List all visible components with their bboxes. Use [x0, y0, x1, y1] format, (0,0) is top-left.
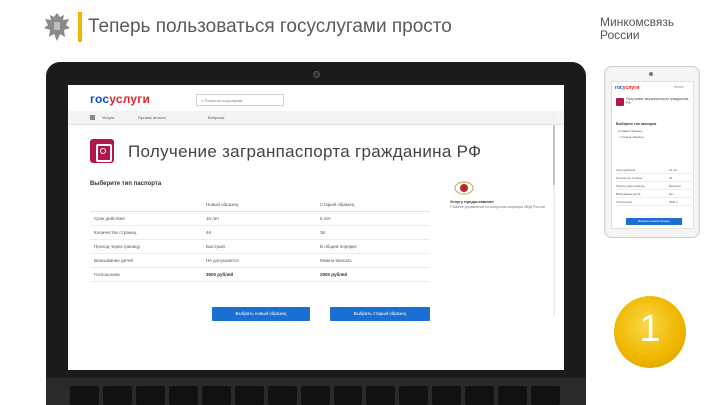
- slide-title: Теперь пользоваться госуслугами просто: [88, 16, 452, 37]
- table-row: Проход через границу Быстрый: [616, 184, 692, 190]
- page-title: Получение загранпаспорта гражданина РФ: [128, 142, 482, 161]
- table-row: Срок действия 10 лет 5 лет: [90, 211, 430, 226]
- table-cell: 46: [202, 225, 316, 240]
- site-nav: Услуги Органы власти Вопросы: [68, 111, 564, 125]
- table-row: Госпошлина 3500 рублей 2000 рублей: [90, 267, 430, 282]
- passport-comparison-table: Новый образец Старый образец Срок действ…: [90, 199, 430, 282]
- table-cell: 5 лет: [316, 211, 430, 226]
- table-row: Вписывание детей Нет: [616, 192, 692, 198]
- table-row: Количество страниц 46 36: [90, 225, 430, 240]
- step-number: 1: [639, 308, 661, 350]
- keyboard: [70, 386, 561, 405]
- table-cell: Можно вписать: [316, 253, 430, 268]
- choose-old-passport-button[interactable]: Выбрать старый образец: [330, 307, 430, 321]
- provider-label: Услугу предоставляет: [450, 199, 495, 204]
- table-row: Госпошлина 3500 р.: [616, 200, 692, 206]
- phone-camera-icon: [649, 72, 653, 76]
- nav-item-authorities[interactable]: Органы власти: [138, 115, 166, 120]
- phone-choose-button[interactable]: Выбрать новый образец: [626, 218, 682, 225]
- table-cell: 10 лет: [202, 211, 316, 226]
- laptop-screen: госуслуги ⌕ Поиск по госуслугам Услуги О…: [68, 85, 564, 370]
- mvd-emblem-icon: [454, 181, 474, 195]
- table-row: Проход через границу Быстрый В общем пор…: [90, 239, 430, 254]
- site-header: госуслуги ⌕ Поиск по госуслугам: [68, 85, 564, 111]
- table-cell: 3500 рублей: [202, 267, 316, 282]
- coat-of-arms-icon: [44, 13, 70, 41]
- home-icon[interactable]: [90, 115, 95, 120]
- phone-option-new[interactable]: ● Новый образец: [618, 129, 642, 133]
- page-header: Получение загранпаспорта гражданина РФ: [90, 137, 550, 171]
- phone-frame: госуслуги Меню Получение загранпаспорта …: [604, 66, 700, 238]
- gosuslugi-logo[interactable]: госуслуги: [90, 92, 150, 106]
- ministry-line-2: России: [600, 28, 640, 42]
- table-cell: 36: [316, 225, 430, 240]
- table-row: Количество страниц 46: [616, 176, 692, 182]
- table-header: [90, 199, 202, 212]
- table-cell: В общем порядке: [316, 239, 430, 254]
- webcam-icon: [313, 71, 320, 78]
- table-header: Старый образец: [316, 199, 430, 212]
- table-cell: Вписывание детей: [90, 253, 202, 268]
- table-row: Срок действия 10 лет: [616, 168, 692, 174]
- phone-menu-button[interactable]: Меню: [674, 85, 683, 89]
- slide-header: Теперь пользоваться госуслугами просто М…: [0, 0, 720, 58]
- header-accent-bar: [78, 12, 82, 42]
- phone-choose-heading: Выберите тип паспорта: [616, 122, 657, 126]
- provider-organization[interactable]: Главное управление по вопросам миграции …: [450, 205, 550, 210]
- choose-new-passport-button[interactable]: Выбрать новый образец: [212, 307, 310, 321]
- phone-option-old[interactable]: ○ Старый образец: [618, 135, 644, 139]
- phone-page-title: Получение загранпаспорта гражданина РФ: [626, 97, 689, 106]
- nav-item-services[interactable]: Услуги: [102, 115, 114, 120]
- table-cell: Количество страниц: [90, 225, 202, 240]
- table-header: Новый образец: [202, 199, 316, 212]
- table-cell: Проход через границу: [90, 239, 202, 254]
- table-cell: Госпошлина: [90, 267, 202, 282]
- table-header-row: Новый образец Старый образец: [90, 199, 430, 212]
- table-cell: Не допускается: [202, 253, 316, 268]
- table-cell: 2000 рублей: [316, 267, 430, 282]
- phone-screen: госуслуги Меню Получение загранпаспорта …: [611, 81, 694, 229]
- table-cell: Быстрый: [202, 239, 316, 254]
- scrollbar[interactable]: [552, 115, 556, 315]
- passport-icon: [90, 139, 114, 163]
- search-input[interactable]: ⌕ Поиск по госуслугам: [196, 94, 284, 106]
- nav-item-questions[interactable]: Вопросы: [208, 115, 224, 120]
- phone-passport-icon: [616, 98, 624, 106]
- table-row: Вписывание детей Не допускается Можно вп…: [90, 253, 430, 268]
- ministry-logo: Минкомсвязь России: [600, 16, 674, 42]
- table-cell: Срок действия: [90, 211, 202, 226]
- phone-gosuslugi-logo[interactable]: госуслуги: [615, 85, 639, 91]
- step-badge: 1: [614, 296, 686, 368]
- choose-passport-heading: Выберите тип паспорта: [90, 181, 162, 187]
